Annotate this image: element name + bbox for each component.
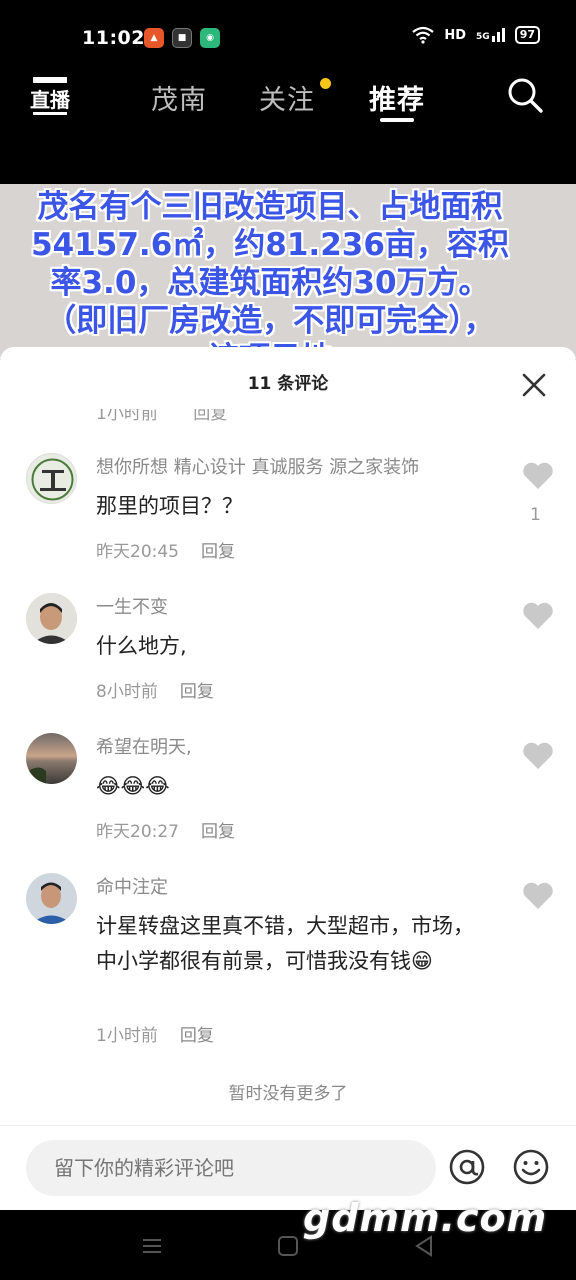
comment-text: 什么地方, — [96, 634, 187, 658]
close-icon[interactable] — [520, 371, 548, 399]
reply-button[interactable]: 回复 — [201, 542, 235, 562]
comment-input[interactable] — [26, 1140, 436, 1196]
network-label: HD — [444, 27, 467, 43]
battery-icon: 97 — [514, 26, 540, 44]
notification-dot — [320, 78, 331, 89]
status-bar: 11:02 ▲ ■ ◉ HD 5G 97 — [0, 0, 576, 62]
tab-following[interactable]: 关注 — [259, 78, 315, 117]
search-icon[interactable] — [506, 76, 544, 114]
comments-sheet: 11 条评论 1小时前 回复 想你所想 精心设计 真诚服务 源之家装饰 那里的项… — [0, 347, 576, 1210]
active-tab-indicator — [380, 118, 414, 122]
comment-text: 计星转盘这里真不错，大型超市，市场，中小学都很有前景，可惜我没有钱😁 — [96, 914, 474, 973]
avatar[interactable] — [26, 453, 77, 504]
live-icon[interactable]: 直播 — [30, 74, 70, 118]
heart-icon[interactable] — [522, 601, 554, 631]
at-mention-icon[interactable] — [448, 1148, 486, 1186]
svg-text:直播: 直播 — [30, 88, 70, 112]
comment-text: 😂😂😂 — [96, 774, 170, 798]
app-notification-icon: ■ — [172, 28, 192, 48]
like-count: 1 — [530, 505, 541, 525]
reply-button[interactable]: 回复 — [201, 822, 235, 842]
reply-button[interactable]: 回复 — [180, 1026, 214, 1046]
video-caption: 茂名有个三旧改造项目、占地面积54157.6㎡，约81.236亩，容积率3.0，… — [31, 189, 509, 359]
avatar[interactable] — [26, 873, 77, 924]
reply-button[interactable]: 回复 — [180, 682, 214, 702]
comment-time: 1小时前 — [96, 1026, 158, 1046]
app-notification-icon: ◉ — [200, 28, 220, 48]
no-more-label: 暂时没有更多了 — [228, 1084, 348, 1104]
watermark: gdmm.com — [303, 1196, 548, 1240]
app-notification-icon: ▲ — [144, 28, 164, 48]
comment-meta: 1小时前 回复 — [96, 1021, 214, 1046]
menu-icon[interactable] — [140, 1234, 164, 1258]
wifi-icon — [412, 26, 435, 44]
emoji-icon[interactable] — [512, 1148, 550, 1186]
tab-maonan[interactable]: 茂南 — [151, 78, 207, 117]
avatar[interactable] — [26, 733, 77, 784]
home-icon[interactable] — [276, 1234, 300, 1258]
avatar[interactable] — [26, 593, 77, 644]
signal-icon: 5G — [476, 28, 505, 42]
status-time: 11:02 — [82, 27, 145, 49]
video-preview[interactable]: 茂名有个三旧改造项目、占地面积54157.6㎡，约81.236亩，容积率3.0，… — [0, 184, 576, 359]
heart-icon[interactable] — [522, 461, 554, 491]
comment-author[interactable]: 命中注定 — [96, 873, 168, 899]
comment-meta: 昨天20:27 回复 — [96, 817, 235, 842]
notification-icons: ▲ ■ ◉ — [144, 28, 220, 48]
partial-comment-meta: 1小时前 回复 — [96, 404, 228, 424]
comment-author[interactable]: 希望在明天, — [96, 733, 192, 759]
status-right: HD 5G 97 — [412, 26, 540, 44]
tab-recommended[interactable]: 推荐 — [369, 78, 425, 117]
comment-time: 昨天20:45 — [96, 542, 179, 562]
comment-author[interactable]: 一生不变 — [96, 593, 168, 619]
comment-meta: 昨天20:45 回复 — [96, 537, 235, 562]
comment-author[interactable]: 想你所想 精心设计 真诚服务 源之家装饰 — [96, 453, 419, 479]
comment-time: 8小时前 — [96, 682, 158, 702]
top-nav: 直播 茂南 关注 推荐 — [0, 62, 576, 184]
comments-title: 11 条评论 — [247, 374, 329, 394]
heart-icon[interactable] — [522, 741, 554, 771]
comment-text: 那里的项目？？ — [96, 494, 243, 518]
heart-icon[interactable] — [522, 881, 554, 911]
comment-meta: 8小时前 回复 — [96, 677, 214, 702]
comment-time: 昨天20:27 — [96, 822, 179, 842]
